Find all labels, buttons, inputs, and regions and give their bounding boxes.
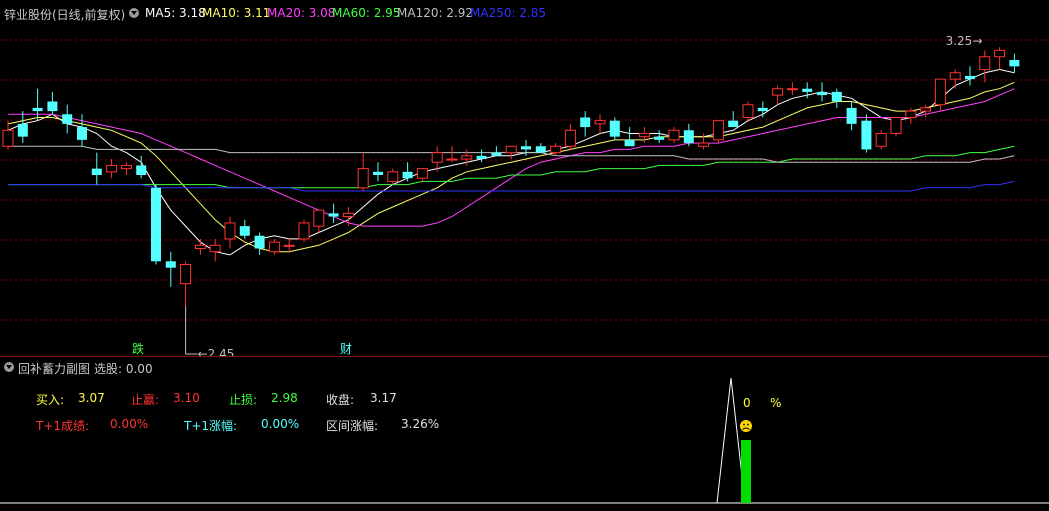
candle-body-up [698, 142, 710, 147]
signal-bar [741, 440, 751, 503]
ma5-label: MA5: 3.18 [145, 6, 206, 20]
candle-body-down [402, 171, 413, 179]
candle-body-up [742, 104, 754, 118]
candle-body-up [594, 120, 606, 125]
candle-body-up [875, 132, 887, 147]
sub-dropdown-icon[interactable] [4, 362, 14, 372]
ma120-label: MA120: 2.92 [397, 6, 474, 20]
candle-body-down [239, 226, 250, 236]
high-price-label: 3.25→ [946, 34, 983, 48]
candle-body-down [254, 235, 265, 249]
candle-body-down [491, 152, 502, 156]
candle-body-down [151, 187, 161, 262]
ma10-label: MA10: 3.11 [202, 6, 271, 20]
candle-body-down [683, 130, 694, 144]
candle-body-up [431, 152, 443, 163]
candle-body-up [550, 145, 562, 154]
candle-body-up [298, 222, 310, 240]
candle-body-down [831, 91, 842, 102]
sub-panel-title: 回补蓄力副图 [18, 362, 91, 376]
candle-body-down [580, 117, 591, 128]
stock-title: 锌业股份(日线,前复权) [4, 8, 126, 22]
candle-body-down [861, 120, 872, 150]
candle-body-up [416, 168, 428, 179]
candle-body-down [32, 107, 43, 112]
low-price-label: ←2.45 [198, 347, 235, 356]
candle-body-up [461, 155, 473, 160]
candle-body-up [313, 209, 325, 227]
candle-body-down [328, 213, 339, 217]
candle-body-up [920, 107, 932, 112]
candle-body-up [505, 145, 517, 154]
candle-body-down [846, 107, 857, 124]
price-chart: ←2.45 3.25→ 跌 财 [0, 34, 1049, 356]
die-marker: 跌 [132, 341, 144, 356]
face-eye [747, 423, 749, 426]
candle-body-down [624, 139, 635, 147]
candle-body-down [757, 107, 768, 112]
candle-body-down [136, 165, 147, 176]
candle-body-up [268, 241, 280, 253]
ma20-label: MA20: 3.08 [267, 6, 336, 20]
candle-body-down [965, 75, 975, 80]
candle-body-down [728, 120, 739, 128]
sub-panel-header: 回补蓄力副图 选股: 0.00 [0, 356, 1049, 377]
face-eye [743, 423, 745, 426]
indicator-chart [0, 377, 1049, 504]
candle-body-down [17, 123, 28, 137]
chart-header: 锌业股份(日线,前复权) MA5: 3.18 MA10: 3.11 MA20: … [0, 0, 1049, 26]
candle-body-up [446, 158, 458, 161]
candle-body-down [535, 146, 546, 153]
candle-body-down [373, 171, 383, 176]
candle-body-up [283, 244, 295, 247]
candle-body-up [772, 88, 784, 96]
candle-body-down [47, 101, 58, 112]
candle-body-up [342, 212, 354, 218]
dropdown-icon[interactable] [129, 8, 139, 18]
candle-body-up [564, 129, 576, 147]
face-circle [740, 420, 752, 432]
candle-body-down [77, 127, 87, 140]
candle-body-up [890, 116, 902, 134]
candle-body-up [949, 72, 961, 80]
candle-body-up [994, 49, 1006, 58]
candle-body-down [654, 136, 665, 140]
candle-body-down [802, 88, 813, 92]
candle-body-up [979, 56, 991, 71]
ma60-label: MA60: 2.95 [332, 6, 401, 20]
candle-body-up [180, 263, 192, 285]
candle-body-up [638, 132, 650, 138]
candle-body-up [224, 222, 236, 240]
candle-body-down [91, 168, 102, 176]
candle-body-up [387, 171, 399, 182]
candle-body-down [817, 91, 827, 96]
candle-body-up [786, 88, 798, 91]
sad-face-icon [740, 420, 752, 432]
candle-body-up [120, 164, 132, 170]
candle-body-up [357, 168, 369, 189]
signal-spike [716, 377, 746, 504]
candle-body-up [194, 244, 206, 250]
candle-body-up [2, 129, 14, 147]
candle-body-down [62, 114, 73, 124]
candle-body-down [1009, 59, 1020, 67]
ma250-label: MA250: 2.85 [470, 6, 547, 20]
candle-body-up [712, 120, 724, 141]
candle-body-up [934, 78, 946, 106]
candle-body-up [905, 110, 917, 118]
candle-body-down [521, 146, 531, 150]
candle-body-up [668, 129, 680, 141]
candle-body-down [165, 261, 176, 268]
candle-body-down [476, 155, 487, 160]
candle-body-up [106, 164, 118, 173]
candle-body-down [609, 120, 620, 137]
select-label: 选股: 0.00 [94, 362, 153, 376]
candle-body-up [209, 244, 221, 253]
cai-marker: 财 [340, 342, 352, 356]
